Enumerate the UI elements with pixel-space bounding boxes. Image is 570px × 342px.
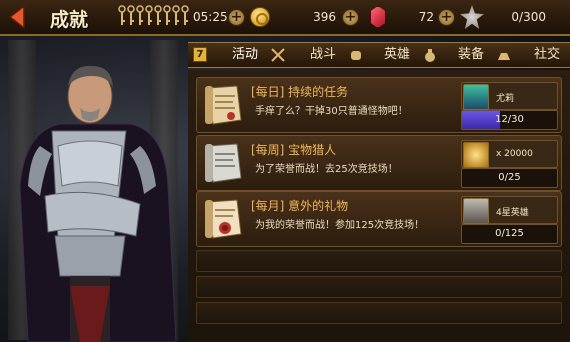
achievement-item[interactable]: [每月] 意外的礼物 为我的荣誉而战！参加125次竞技场！ 4星英雄 0/125 (196, 191, 562, 247)
crossed-swords-icon (271, 48, 285, 62)
reward-box: 4星英雄 (461, 196, 558, 224)
key-icon (118, 5, 126, 25)
key-icon (145, 5, 153, 25)
tab-social[interactable]: 社交 (534, 43, 560, 67)
fist-icon (351, 51, 361, 60)
achievement-item[interactable]: [每日] 持续的任务 手痒了么？干掉30只普通怪物吧！ 尤莉 12/30 (196, 77, 562, 133)
key-icon (172, 5, 180, 25)
reward-box: 尤莉 (461, 82, 558, 110)
progress-bar: 0/125 (461, 224, 558, 244)
scroll-icon (203, 140, 245, 186)
progress-bar: 12/30 (461, 110, 558, 130)
hero-portrait (0, 36, 188, 342)
hero-portrait-icon (463, 84, 489, 110)
back-button[interactable] (6, 4, 26, 30)
empty-slot (196, 250, 562, 272)
achievement-description: 手痒了么？干掉30只普通怪物吧！ (255, 106, 408, 117)
achievement-description: 为了荣誉而战！去25次竞技场！ (255, 164, 398, 175)
stamina-timer: 05:25 (193, 10, 228, 24)
achievement-item[interactable]: [每周] 宝物猎人 为了荣誉而战！去25次竞技场！ x 20000 0/25 (196, 135, 562, 191)
progress-text: 12/30 (495, 114, 524, 125)
ruby-gem-icon (370, 6, 386, 28)
reward-label: x 20000 (496, 149, 533, 159)
add-stamina-button[interactable]: + (228, 9, 245, 26)
gold-pile-icon (463, 142, 489, 168)
gold-amount: 396 (313, 10, 336, 24)
page-title: 成就 (50, 9, 89, 31)
scroll-icon (203, 196, 245, 242)
achievement-name: [每日] 持续的任务 (251, 85, 349, 99)
key-stamina (118, 5, 189, 27)
top-bar: 成就 05:25 + 396 + 72 + 0/300 (0, 0, 570, 36)
star-hero-card-icon (463, 198, 489, 224)
gem-amount: 72 (418, 10, 434, 24)
reward-box: x 20000 (461, 140, 558, 168)
key-icon (154, 5, 162, 25)
money-bag-icon (425, 49, 435, 62)
add-gem-button[interactable]: + (438, 9, 455, 26)
key-icon (163, 5, 171, 25)
key-icon (136, 5, 144, 25)
honor-amount: 0/300 (511, 10, 546, 24)
gold-coin-icon (250, 7, 270, 27)
empty-slot (196, 302, 562, 324)
ingot-icon (498, 53, 510, 60)
category-tabs: 活动 战斗 英雄 装备 社交 (188, 42, 570, 68)
back-arrow-icon (8, 4, 25, 30)
tab-activity[interactable]: 活动 (232, 43, 258, 67)
key-icon (127, 5, 135, 25)
tab-equipment[interactable]: 装备 (458, 43, 484, 67)
achievement-name: [每月] 意外的礼物 (251, 199, 349, 213)
key-icon (181, 5, 189, 25)
reward-label: 4星英雄 (496, 208, 529, 218)
tab-hero[interactable]: 英雄 (384, 43, 410, 67)
achievement-name: [每周] 宝物猎人 (251, 143, 337, 157)
honor-medal-icon (460, 5, 484, 29)
achievement-reward: 尤莉 12/30 (461, 82, 558, 130)
achievement-reward: 4星英雄 0/125 (461, 196, 558, 244)
achievement-reward: x 20000 0/25 (461, 140, 558, 188)
achievement-description: 为我的荣誉而战！参加125次竞技场！ (255, 220, 425, 231)
tab-battle[interactable]: 战斗 (310, 43, 336, 67)
add-gold-button[interactable]: + (342, 9, 359, 26)
tab-notification-badge: 7 (193, 47, 207, 62)
progress-text: 0/25 (498, 172, 521, 183)
progress-bar: 0/25 (461, 168, 558, 188)
empty-slot (196, 276, 562, 298)
progress-text: 0/125 (495, 228, 524, 239)
scroll-icon (203, 82, 245, 128)
reward-label: 尤莉 (496, 94, 515, 104)
